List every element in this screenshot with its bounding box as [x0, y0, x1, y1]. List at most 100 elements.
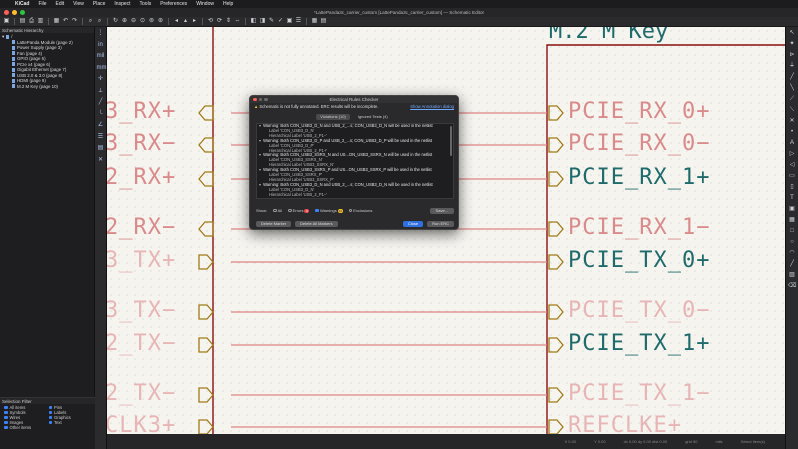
highlight-net-icon[interactable]: ✦	[788, 40, 796, 48]
checkbox[interactable]	[48, 420, 52, 425]
line-mode-45-icon[interactable]: ∠	[97, 121, 105, 129]
net-label-right[interactable]: PCIE_RX_0−	[568, 131, 710, 156]
add-arc-icon[interactable]: ◠	[788, 249, 796, 257]
add-textbox-icon[interactable]: ▣	[788, 205, 796, 213]
millimeters-icon[interactable]: mm	[97, 64, 107, 72]
menu-file[interactable]: File	[38, 1, 46, 7]
rotate-cw-icon[interactable]: ⟳	[216, 18, 223, 25]
properties-panel-icon[interactable]: ▤	[97, 144, 105, 152]
find-icon[interactable]: ⌕	[87, 18, 94, 25]
menubar-app-name[interactable]: KiCad	[15, 1, 29, 7]
refresh-icon[interactable]: ↻	[112, 18, 119, 25]
filter-errors-radio[interactable]: Errors 0	[288, 208, 310, 213]
show-annotation-link[interactable]: Show Annotation dialog	[410, 104, 454, 109]
net-label-icon[interactable]: A	[788, 139, 796, 147]
minimize-dialog-button[interactable]	[258, 97, 262, 101]
tab-violations[interactable]: Violations (10)	[316, 114, 350, 120]
net-label-left[interactable]: CLK3+	[107, 413, 176, 434]
hierarchical-label-icon[interactable]: ◁	[788, 161, 796, 169]
menu-edit[interactable]: Edit	[56, 1, 65, 7]
navigate-up-icon[interactable]: ▴	[182, 18, 189, 25]
filter-all-radio[interactable]: All	[273, 208, 282, 213]
hidden-pins-icon[interactable]: ⟂	[97, 87, 105, 95]
grid-icon[interactable]: ⋮	[97, 29, 105, 37]
menu-inspect[interactable]: Inspect	[114, 1, 130, 7]
global-label-icon[interactable]: ▷	[788, 150, 796, 158]
close-button[interactable]: Close	[402, 220, 424, 227]
net-label-right[interactable]: REFCLKE+	[568, 413, 682, 434]
net-label-right[interactable]: PCIE_TX_0−	[568, 298, 710, 323]
mils-icon[interactable]: mil	[97, 52, 105, 60]
port-icon[interactable]	[548, 419, 564, 434]
pcb-editor-icon[interactable]: ▦	[311, 18, 318, 25]
checkbox[interactable]	[48, 405, 52, 410]
line-mode-90-icon[interactable]: └	[97, 110, 105, 118]
save-icon[interactable]: ▣	[3, 18, 10, 25]
close-dialog-button[interactable]	[253, 97, 257, 101]
rotate-ccw-icon[interactable]: ⟲	[207, 18, 214, 25]
checkbox[interactable]	[48, 410, 52, 415]
erc-icon[interactable]: ✓	[277, 18, 284, 25]
close-window-button[interactable]	[4, 10, 9, 15]
line-mode-free-icon[interactable]: ╱	[97, 98, 105, 106]
port-icon[interactable]	[198, 137, 214, 153]
chevron-down-icon[interactable]: ▾	[259, 152, 261, 157]
add-power-icon[interactable]: ⏚	[788, 62, 796, 70]
navigate-back-icon[interactable]: ◂	[173, 18, 180, 25]
delete-marker-button[interactable]: Delete Marker	[256, 220, 292, 227]
chevron-down-icon[interactable]: ▾	[259, 138, 261, 143]
save-report-button[interactable]: Save...	[429, 207, 454, 214]
radio-button[interactable]	[348, 208, 353, 212]
chevron-down-icon[interactable]: ▾	[2, 34, 4, 40]
add-wire-icon[interactable]: ╱	[788, 73, 796, 81]
zoom-fit-icon[interactable]: ⊙	[139, 18, 146, 25]
violation-detail[interactable]: Hierarchical Label 'USB_2_P1−'	[257, 192, 453, 198]
checkbox[interactable]	[4, 405, 8, 410]
footprint-assign-icon[interactable]: ▣	[286, 18, 293, 25]
filter-text[interactable]: Text	[48, 420, 92, 425]
print-icon[interactable]: ⎙	[28, 18, 35, 25]
violations-scrollbar[interactable]	[450, 126, 452, 156]
hierarchy-item[interactable]: M.2 M Key (page 10)	[2, 84, 92, 90]
net-label-left[interactable]: 3_RX+	[107, 99, 176, 124]
port-icon[interactable]	[198, 221, 214, 237]
net-label-right[interactable]: PCIE_RX_0+	[568, 99, 710, 124]
checkbox[interactable]	[315, 208, 319, 212]
hierarchy-panel-icon[interactable]: ☰	[97, 133, 105, 141]
port-icon[interactable]	[198, 304, 214, 320]
net-label-left[interactable]: 2_RX+	[107, 165, 176, 190]
net-label-right[interactable]: PCIE_TX_0+	[568, 248, 710, 273]
bom-icon[interactable]: ☰	[295, 18, 302, 25]
delete-all-markers-button[interactable]: Delete All Markers	[295, 220, 338, 227]
select-icon[interactable]: ↖	[788, 29, 796, 37]
chevron-down-icon[interactable]: ▾	[259, 167, 261, 172]
delete-icon[interactable]: ⌫	[788, 282, 796, 290]
paste-icon[interactable]: ▦	[53, 18, 60, 25]
mirror-horizontal-icon[interactable]: ⇔	[234, 18, 241, 25]
menu-help[interactable]: Help	[223, 1, 233, 7]
add-table-icon[interactable]: ▦	[788, 216, 796, 224]
checkbox[interactable]	[4, 425, 8, 430]
net-label-left[interactable]: 3_TX−	[107, 298, 176, 323]
port-icon[interactable]	[548, 221, 564, 237]
page-settings-icon[interactable]: ▤	[19, 18, 26, 25]
port-icon[interactable]	[548, 337, 564, 353]
port-icon[interactable]	[198, 254, 214, 270]
zoom-window-button[interactable]	[20, 10, 25, 15]
port-icon[interactable]	[548, 137, 564, 153]
violations-list[interactable]: ▾ Warning: Both CON_USB3_D_N and USB_2_..…	[256, 123, 454, 199]
net-label-left[interactable]: 2_RX−	[107, 215, 176, 240]
net-label-right[interactable]: PCIE_TX_1+	[568, 331, 710, 356]
chevron-down-icon[interactable]: ▾	[259, 182, 261, 187]
add-image-icon[interactable]: ▨	[788, 271, 796, 279]
pin-tool-icon[interactable]: ✕	[97, 156, 105, 164]
find-replace-icon[interactable]: ⌕	[96, 18, 103, 25]
navigate-forward-icon[interactable]: ▸	[191, 18, 198, 25]
radio-button[interactable]	[273, 208, 277, 212]
port-icon[interactable]	[548, 171, 564, 187]
zoom-in-icon[interactable]: ⊕	[121, 18, 128, 25]
zoom-selection-icon[interactable]: ⊛	[157, 18, 164, 25]
symbol-editor-icon[interactable]: ◧	[250, 18, 257, 25]
net-label-left[interactable]: 3_TX+	[107, 248, 176, 273]
run-erc-button[interactable]: Run ERC	[427, 220, 454, 227]
